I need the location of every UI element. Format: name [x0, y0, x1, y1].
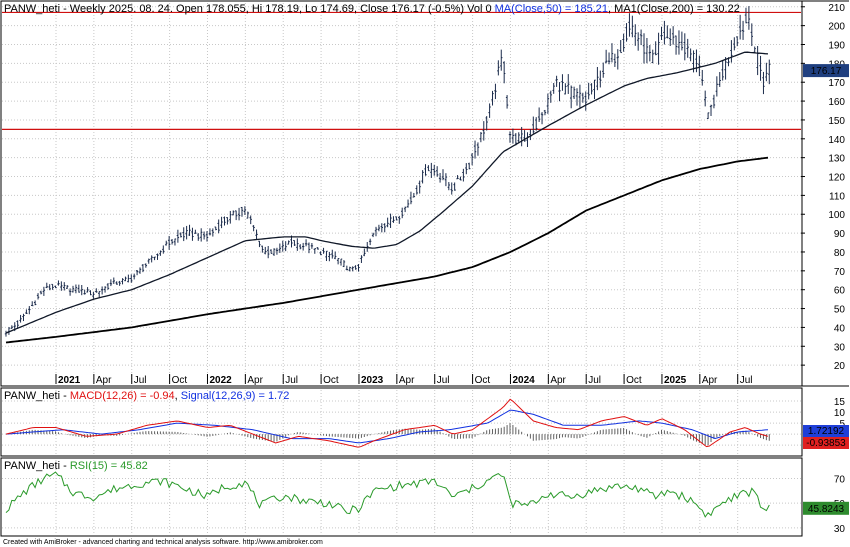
- svg-text:176.17: 176.17: [811, 66, 842, 77]
- x-tick-label: 2022: [209, 375, 232, 386]
- x-tick-label: Jul: [588, 375, 601, 386]
- y-tick-label: 130: [828, 154, 845, 165]
- y-tick-label: 190: [828, 40, 845, 51]
- x-tick-label: Apr: [399, 375, 415, 386]
- x-tick-label: Apr: [702, 375, 718, 386]
- x-tick-label: 2024: [512, 375, 535, 386]
- x-tick-label: Jul: [437, 375, 450, 386]
- x-tick-label: 2023: [361, 375, 384, 386]
- x-tick-label: Oct: [172, 375, 188, 386]
- rsi-value-badge: 45.8243: [803, 501, 849, 515]
- x-tick-label: Oct: [475, 375, 491, 386]
- x-tick-label: Oct: [626, 375, 642, 386]
- y-tick-label: 90: [834, 229, 846, 240]
- macd-panel-title: PANW_heti - MACD(12,26) = -0.94, Signal(…: [4, 390, 289, 402]
- x-tick-label: Jul: [285, 375, 298, 386]
- y-tick-label: 210: [828, 3, 845, 14]
- y-tick-label: 200: [828, 22, 845, 33]
- y-tick-label: 150: [828, 116, 845, 127]
- y-tick-label: 140: [828, 135, 845, 146]
- y-tick-label: 100: [828, 210, 845, 221]
- x-tick-label: Apr: [247, 375, 263, 386]
- rsi-panel-title: PANW_heti - RSI(15) = 45.82: [4, 460, 148, 472]
- chart-canvas[interactable]: 2021 Apr Jul Oct 2022 Apr Jul Oct 2023 Apr Jul Oct 2…: [0, 0, 850, 547]
- x-tick-label: Apr: [550, 375, 566, 386]
- y-tick-label: 70: [834, 267, 846, 278]
- y-tick-label: 20: [834, 361, 846, 372]
- rsi-y-tick-label: 30: [834, 524, 846, 535]
- y-tick-label: 60: [834, 286, 846, 297]
- x-tick-label: 2021: [58, 375, 81, 386]
- y-tick-label: 160: [828, 97, 845, 108]
- last-price-badge: 176.17: [803, 64, 849, 78]
- y-tick-label: 170: [828, 78, 845, 89]
- x-tick-label: Oct: [323, 375, 339, 386]
- credit-text: Created with AmiBroker - advanced charti…: [3, 539, 323, 546]
- signal-value-badge: 1.72192: [803, 425, 849, 437]
- x-tick-label: Apr: [96, 375, 112, 386]
- macd-y-tick-label: 10: [834, 408, 846, 419]
- price-panel-title: PANW_heti - Weekly 2025. 08. 24. Open 17…: [4, 3, 740, 15]
- svg-text:45.8243: 45.8243: [808, 504, 845, 515]
- x-tick-label: Jul: [740, 375, 753, 386]
- x-tick-label: 2025: [664, 375, 687, 386]
- svg-text:1.72192: 1.72192: [808, 426, 845, 437]
- rsi-y-tick-label: 70: [834, 475, 846, 486]
- macd-y-tick-label: 15: [834, 397, 846, 408]
- y-tick-label: 120: [828, 173, 845, 184]
- y-tick-label: 110: [829, 191, 845, 202]
- y-tick-label: 40: [834, 323, 846, 334]
- y-tick-label: 30: [834, 342, 846, 353]
- svg-text:-0.93853: -0.93853: [806, 438, 846, 449]
- macd-value-badge: -0.93853: [803, 437, 849, 449]
- x-tick-label: Jul: [134, 375, 147, 386]
- y-tick-label: 80: [834, 248, 846, 259]
- chart-window: 2021 Apr Jul Oct 2022 Apr Jul Oct 2023 Apr Jul Oct 2…: [0, 0, 850, 547]
- y-tick-label: 50: [834, 305, 846, 316]
